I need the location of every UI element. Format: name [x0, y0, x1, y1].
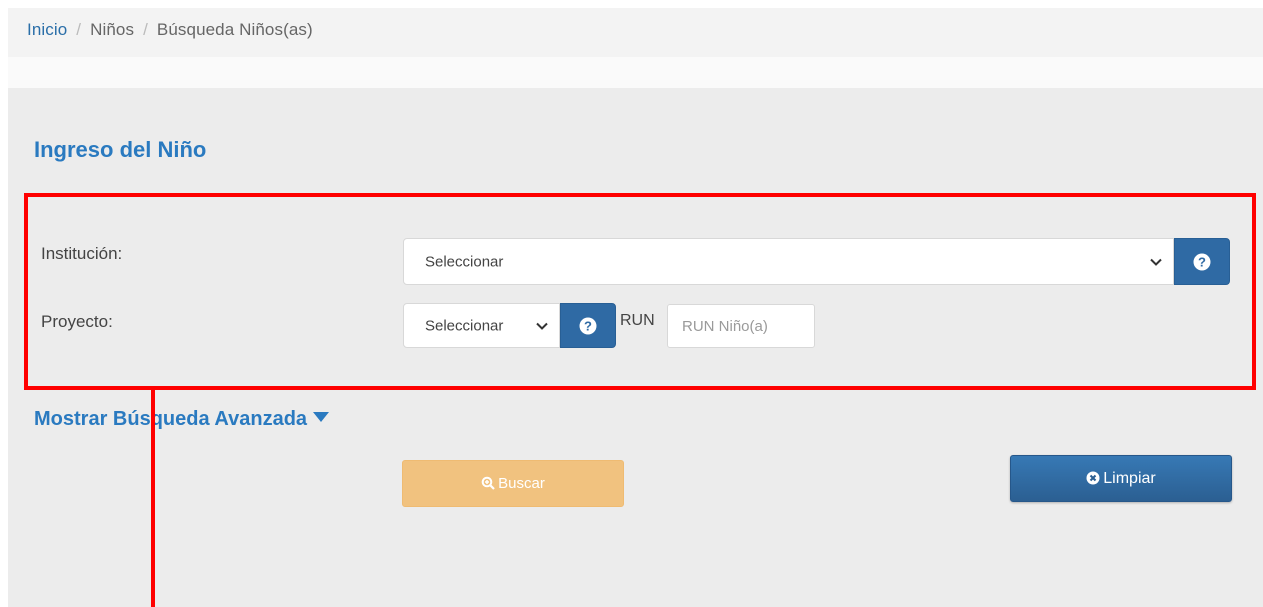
breadcrumb-inicio[interactable]: Inicio [27, 20, 67, 39]
buscar-button[interactable]: Buscar [402, 460, 624, 507]
breadcrumb-separator: / [76, 20, 82, 39]
proyecto-select[interactable]: Seleccionar [403, 303, 560, 348]
chevron-down-icon [536, 322, 548, 330]
breadcrumb-separator: / [143, 20, 148, 39]
help-icon: ? [579, 317, 597, 334]
proyecto-label: Proyecto: [41, 312, 113, 331]
institucion-select[interactable]: Seleccionar [403, 238, 1174, 285]
help-icon: ? [1193, 253, 1211, 270]
limpiar-label: Limpiar [1103, 470, 1156, 487]
search-icon [481, 476, 495, 490]
caret-down-icon [313, 412, 330, 422]
advanced-search-label: Mostrar Búsqueda Avanzada [34, 408, 308, 430]
institucion-help-button[interactable]: ? [1174, 238, 1230, 285]
breadcrumb-ninos[interactable]: Niños [90, 20, 134, 39]
advanced-search-toggle[interactable]: Mostrar Búsqueda Avanzada [34, 408, 330, 431]
clear-icon [1086, 471, 1100, 485]
proyecto-help-button[interactable]: ? [560, 303, 616, 348]
chevron-down-icon [1150, 258, 1162, 266]
run-label: RUN [620, 312, 655, 329]
institucion-label: Institución: [41, 244, 123, 263]
main-panel [8, 88, 1263, 607]
limpiar-button[interactable]: Limpiar [1010, 455, 1232, 502]
breadcrumb: Inicio / Niños / Búsqueda Niños(as) [27, 20, 313, 40]
page-title: Ingreso del Niño [34, 137, 207, 162]
institucion-selected-value: Seleccionar [425, 253, 504, 270]
header-divider [8, 57, 1263, 88]
run-input[interactable] [667, 304, 815, 348]
proyecto-selected-value: Seleccionar [425, 317, 504, 334]
buscar-label: Buscar [498, 475, 545, 492]
breadcrumb-busqueda: Búsqueda Niños(as) [156, 20, 313, 39]
